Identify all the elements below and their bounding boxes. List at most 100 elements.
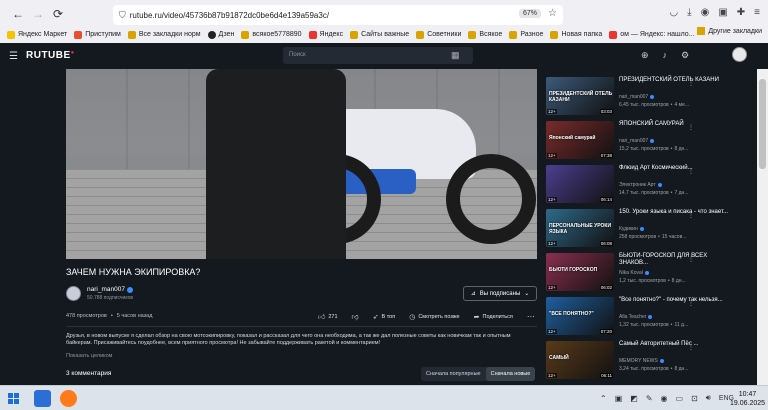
channel-name[interactable]: nari_man007 — [87, 286, 133, 293]
recommendation-channel[interactable]: Кудикин — [619, 226, 644, 232]
search-input[interactable]: Поиск — [283, 47, 473, 64]
more-icon[interactable]: ⋮ — [688, 212, 694, 219]
recommendation-channel[interactable]: Электроник Арт — [619, 182, 662, 188]
tray-app-icon[interactable]: ◩ — [630, 394, 638, 403]
more-icon[interactable]: ⋯ — [527, 312, 535, 321]
upload-icon[interactable]: ⊕ — [641, 50, 649, 61]
watch-later-button[interactable]: ◷ Смотреть позже — [409, 313, 459, 321]
recommendation-item[interactable]: САМЫЙ 12+ 06:11 Самый Авторитетный Пёс ... M… — [546, 341, 756, 383]
video-thumbnail[interactable]: 12+ 06:14 — [546, 165, 614, 203]
bookmark-item[interactable]: Дзен — [207, 30, 234, 39]
video-thumbnail[interactable]: САМЫЙ 12+ 06:11 — [546, 341, 614, 379]
recommendation-title[interactable]: ПРЕЗИДЕНТСКИЙ ОТЕЛЬ КАЗАНИ — [619, 77, 737, 84]
recommendation-channel[interactable]: nari_man007 — [619, 138, 655, 144]
tray-app-icon[interactable]: ✎ — [646, 394, 653, 403]
settings-icon[interactable]: ⚙ — [681, 50, 689, 61]
more-icon[interactable]: ⋮ — [688, 256, 694, 263]
share-button[interactable]: ➦ Поделиться — [474, 313, 513, 321]
sort-new-button[interactable]: Сначала новые — [485, 367, 536, 381]
recommendation-channel[interactable]: Nika Koval — [619, 270, 649, 276]
app-icon[interactable] — [34, 390, 51, 407]
other-bookmarks[interactable]: Другие закладки — [693, 27, 762, 35]
bookmark-item[interactable]: всякое5778890 — [241, 30, 302, 39]
pocket-icon[interactable]: ◡ — [669, 7, 678, 18]
recommendation-title[interactable]: БЬЮТИ-ГОРОСКОП ДЛЯ ВСЕХ ЗНАКОВ... — [619, 253, 737, 267]
video-thumbnail[interactable]: ПРЕЗИДЕНТСКИЙ ОТЕЛЬ КАЗАНИ 12+ 03:03 — [546, 77, 614, 115]
show-all-link[interactable]: Показать целиком — [66, 353, 112, 359]
like-button[interactable]: 👍︎ 271 — [318, 312, 338, 322]
video-thumbnail[interactable]: ПЕРСОНАЛЬНЫЕ УРОКИ ЯЗЫКА 12+ 06:08 — [546, 209, 614, 247]
bookmark-item[interactable]: Все закладки норм — [127, 30, 201, 39]
more-icon[interactable]: ⋮ — [688, 300, 694, 307]
tray-app-icon[interactable]: ◉ — [661, 394, 668, 403]
recommendation-item[interactable]: БЬЮТИ ГОРОСКОП 12+ 06:02 БЬЮТИ-ГОРОСКОП ДЛЯ… — [546, 253, 756, 295]
more-icon[interactable]: ⋮ — [688, 168, 694, 175]
recommendation-channel[interactable]: Alla Teacher — [619, 314, 653, 320]
tray-app-icon[interactable]: ▣ — [615, 394, 623, 403]
scrollbar-thumb[interactable] — [759, 79, 766, 169]
chevron-up-icon[interactable]: ⌃ — [600, 394, 607, 403]
avatar[interactable] — [732, 47, 747, 62]
duration-badge: 07:20 — [599, 329, 613, 334]
network-icon[interactable]: ⊡ — [691, 394, 698, 403]
bookmark-star-icon[interactable]: ☆ — [548, 8, 557, 19]
recommendation-title[interactable]: ЯПОНСКИЙ САМУРАЙ — [619, 121, 737, 128]
bookmark-item[interactable]: Сайты важные — [350, 30, 409, 39]
folder-icon — [127, 30, 136, 39]
firefox-icon[interactable] — [60, 390, 77, 407]
bookmark-item[interactable]: Разное — [509, 30, 543, 39]
video-thumbnail[interactable]: "ВСЕ ПОНЯТНО?" 12+ 07:20 — [546, 297, 614, 335]
recommendation-title[interactable]: 150. Уроки языка и писака - что знает... — [619, 209, 737, 216]
bookmark-item[interactable]: Приступим — [74, 30, 121, 39]
bookmark-item[interactable]: Яндекс Маркет — [7, 30, 67, 39]
recommendation-item[interactable]: Японский самурай 12+ 07:38 ЯПОНСКИЙ САМУРАЙ… — [546, 121, 756, 163]
meta-separator: • — [658, 234, 660, 240]
recommendation-channel[interactable]: MEMORY NEWS — [619, 358, 664, 364]
more-icon[interactable]: ⋮ — [688, 344, 694, 351]
video-description: Друзья, в новом выпуске я сделал обзор н… — [66, 333, 511, 346]
forward-icon[interactable]: → — [28, 4, 48, 24]
windows-start-icon[interactable] — [8, 393, 19, 404]
time: 10:47 — [738, 391, 757, 398]
recommendation-item[interactable]: "ВСЕ ПОНЯТНО?" 12+ 07:20 "Все понятно?" - п… — [546, 297, 756, 339]
extension-icon[interactable]: ▣ — [718, 7, 727, 18]
bookmark-item[interactable]: Советники — [416, 30, 461, 39]
hamburger-icon[interactable]: ☰ — [9, 51, 18, 62]
more-icon[interactable]: ⋮ — [688, 124, 694, 131]
top-button[interactable]: ➶ В топ — [373, 313, 396, 321]
sort-popular-button[interactable]: Сначала популярные — [421, 367, 486, 381]
recommendation-title[interactable]: "Все понятно?" - почему так нельзя... — [619, 297, 737, 304]
back-icon[interactable]: ← — [8, 4, 28, 24]
scrollbar[interactable] — [757, 69, 768, 385]
clock[interactable]: 10:47 19.06.2025 — [730, 390, 765, 408]
video-player[interactable] — [66, 69, 537, 259]
subscribed-button[interactable]: ⊿ Вы подписаны ⌄ — [463, 286, 537, 301]
menu-icon[interactable]: ≡ — [754, 7, 760, 18]
keyboard-icon[interactable]: ▦ — [451, 50, 460, 61]
recommendation-item[interactable]: ПЕРСОНАЛЬНЫЕ УРОКИ ЯЗЫКА 12+ 06:08 150. Уро… — [546, 209, 756, 251]
recommendation-channel[interactable]: nari_man007 — [619, 94, 655, 100]
account-icon[interactable]: ◉ — [701, 7, 710, 18]
recommendation-title[interactable]: Самый Авторитетный Пёс ... — [619, 341, 737, 348]
volume-icon[interactable]: 🔊︎ — [706, 393, 711, 403]
download-icon[interactable]: ⤓ — [687, 7, 691, 18]
puzzle-icon[interactable]: ✚ — [737, 7, 745, 18]
url-bar[interactable]: ⛉ rutube.ru/video/45736b87b91872dc0be6d4… — [113, 5, 563, 25]
bookmark-item[interactable]: Новая папка — [550, 30, 602, 39]
reload-icon[interactable]: ⟳ — [48, 4, 68, 24]
recommendation-item[interactable]: ПРЕЗИДЕНТСКИЙ ОТЕЛЬ КАЗАНИ 12+ 03:03 ПРЕЗИД… — [546, 77, 756, 119]
dislike-button[interactable]: 👎︎ — [352, 312, 359, 321]
more-icon[interactable]: ⋮ — [688, 80, 694, 87]
channel-avatar[interactable] — [66, 286, 81, 301]
recommendation-item[interactable]: 12+ 06:14 Флюид Арт Космический... Электрон… — [546, 165, 756, 207]
bookmark-item[interactable]: Всякое — [468, 30, 502, 39]
recommendation-title[interactable]: Флюид Арт Космический... — [619, 165, 737, 172]
video-thumbnail[interactable]: Японский самурай 12+ 07:38 — [546, 121, 614, 159]
bookmark-item[interactable]: ом — Яндекс: нашло... — [609, 30, 695, 39]
zoom-level[interactable]: 67% — [518, 9, 541, 18]
video-thumbnail[interactable]: БЬЮТИ ГОРОСКОП 12+ 06:02 — [546, 253, 614, 291]
site-logo[interactable]: RUTUBE● — [26, 50, 75, 61]
battery-icon[interactable]: ▭ — [676, 394, 684, 403]
bookmark-item[interactable]: Яндекс — [308, 30, 343, 39]
notifications-icon[interactable]: ♪ — [663, 50, 668, 61]
